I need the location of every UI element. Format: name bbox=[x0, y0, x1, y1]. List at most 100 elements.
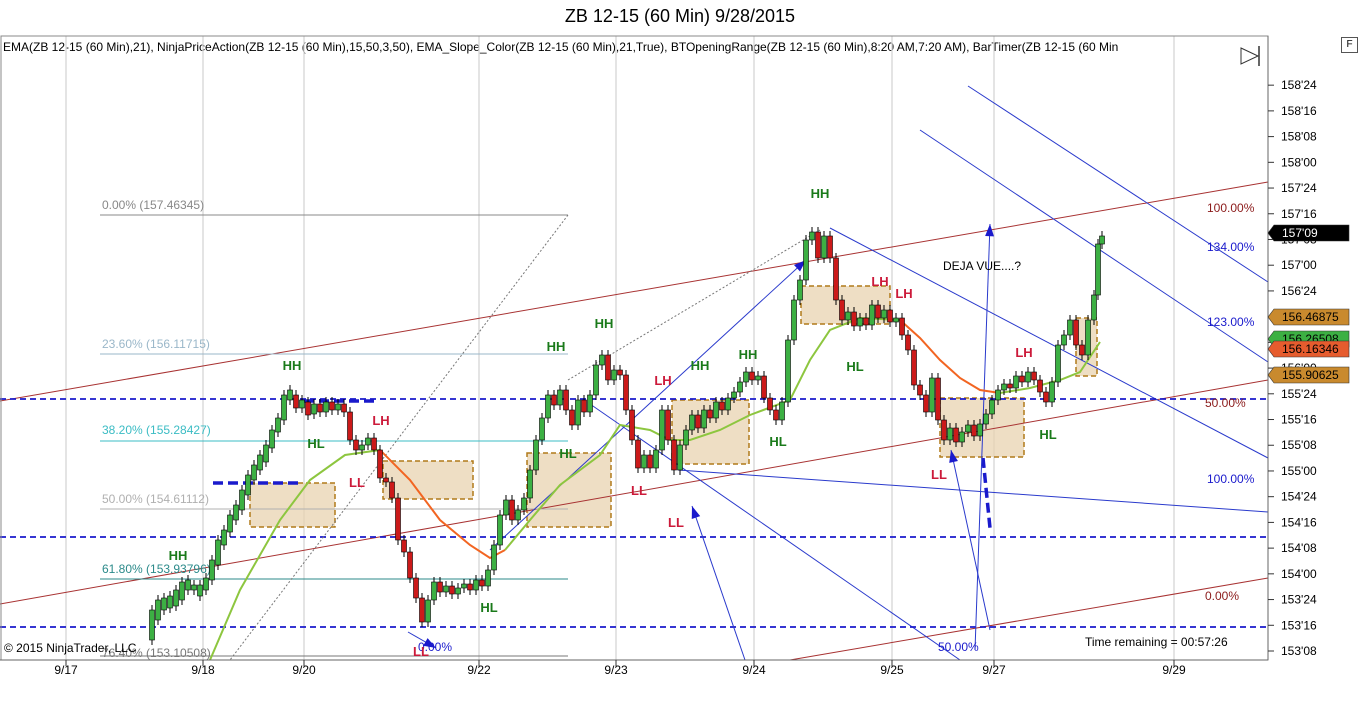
candle-body bbox=[371, 437, 377, 451]
candle-body bbox=[383, 477, 389, 483]
candle-body bbox=[737, 381, 743, 393]
candle-body bbox=[491, 544, 497, 571]
candle-body bbox=[947, 427, 953, 441]
candle-body bbox=[1037, 379, 1043, 393]
candle-body bbox=[281, 394, 287, 421]
candle-body bbox=[767, 397, 773, 411]
y-tick-label: 154'16 bbox=[1281, 515, 1317, 529]
candle-body bbox=[1079, 344, 1085, 356]
labels: HH HH HL LH LL LL HL HH HH HL LH LL LL HH HH HL HH HL LH LH… bbox=[169, 186, 1057, 659]
candle-body bbox=[515, 509, 521, 521]
candle-body bbox=[617, 369, 623, 376]
candle-body bbox=[701, 409, 707, 429]
candle-body bbox=[365, 437, 371, 446]
candle-body bbox=[449, 585, 455, 595]
candle-body bbox=[851, 311, 857, 327]
candle-body bbox=[677, 444, 683, 471]
candle-body bbox=[785, 339, 791, 403]
candle-body bbox=[665, 409, 671, 441]
price-marker-label: 156.46875 bbox=[1282, 310, 1339, 324]
y-tick-label: 158'24 bbox=[1281, 78, 1317, 92]
candle-body bbox=[977, 423, 983, 437]
candle-body bbox=[917, 384, 923, 396]
candle-body bbox=[881, 309, 887, 319]
candle-body bbox=[1099, 235, 1105, 245]
candle-body bbox=[731, 391, 737, 399]
candle-body bbox=[275, 417, 281, 433]
y-tick-label: 153'16 bbox=[1281, 618, 1317, 632]
candle-body bbox=[713, 401, 719, 419]
y-tick-label: 155'24 bbox=[1281, 387, 1317, 401]
swing-label: LH bbox=[1015, 345, 1032, 360]
candle-body bbox=[809, 231, 815, 241]
candle-body bbox=[509, 499, 515, 521]
candle-body bbox=[527, 469, 533, 499]
y-tick-label: 154'24 bbox=[1281, 490, 1317, 504]
candle-body bbox=[1085, 319, 1091, 356]
x-tick-label: 9/18 bbox=[191, 663, 215, 677]
candle-body bbox=[1095, 243, 1101, 296]
candle-body bbox=[863, 317, 869, 326]
candle-body bbox=[791, 299, 797, 341]
candle-body bbox=[635, 439, 641, 469]
candle-body bbox=[545, 394, 551, 419]
swing-label: HH bbox=[169, 548, 188, 563]
candle-body bbox=[761, 375, 767, 399]
candle-body bbox=[233, 504, 239, 521]
candle-body bbox=[311, 403, 317, 415]
fib-extension-label: 0.00% bbox=[1205, 589, 1239, 603]
candle-body bbox=[215, 539, 221, 566]
candle-body bbox=[425, 599, 431, 623]
axes: 153'08 153'16 153'24 154'00 154'08 154'16 154'… bbox=[0, 35, 1317, 677]
play-arrow-icon[interactable] bbox=[1240, 46, 1260, 66]
fib-extension-label: 50.00% bbox=[938, 640, 979, 654]
candle-body bbox=[257, 454, 263, 471]
swing-label: LL bbox=[931, 467, 947, 482]
swing-label: HH bbox=[691, 358, 710, 373]
candle-body bbox=[419, 597, 425, 623]
x-tick-label: 9/23 bbox=[604, 663, 628, 677]
candle-body bbox=[389, 481, 395, 499]
y-tick-label: 154'08 bbox=[1281, 541, 1317, 555]
candle-body bbox=[803, 239, 809, 281]
candle-body bbox=[683, 429, 689, 446]
price-chart[interactable]: 0.00% (157.46345) 23.60% (156.11715) 38.20… bbox=[0, 0, 1360, 712]
candle-body bbox=[989, 399, 995, 415]
candle-body bbox=[347, 411, 353, 441]
candle-body bbox=[623, 374, 629, 411]
candle-body bbox=[287, 389, 293, 401]
price-marker-label: 155.90625 bbox=[1282, 368, 1339, 382]
annotation-text: DEJA VUE....? bbox=[943, 259, 1021, 273]
candle-body bbox=[173, 589, 179, 607]
swing-label: HL bbox=[846, 359, 863, 374]
ema-line bbox=[209, 316, 1101, 661]
candle-body bbox=[323, 401, 329, 413]
candle-body bbox=[839, 299, 845, 321]
candle-body bbox=[887, 309, 893, 323]
candle-body bbox=[1067, 319, 1073, 336]
swing-dashed-line bbox=[981, 457, 992, 529]
fib-trend-line bbox=[229, 214, 569, 661]
candle-body bbox=[353, 439, 359, 451]
fib-extension-label: 100.00% bbox=[1207, 472, 1255, 486]
y-tick-label: 158'08 bbox=[1281, 130, 1317, 144]
candle-body bbox=[671, 439, 677, 471]
candle-body bbox=[599, 354, 605, 366]
fib-extension-label: 134.00% bbox=[1207, 240, 1255, 254]
candle-body bbox=[875, 304, 881, 319]
candle-body bbox=[269, 429, 275, 449]
candle-body bbox=[773, 409, 779, 421]
x-tick-label: 9/17 bbox=[54, 663, 78, 677]
candle-body bbox=[587, 394, 593, 413]
candle-body bbox=[923, 394, 929, 413]
candle-body bbox=[563, 389, 569, 411]
time-remaining: Time remaining = 00:57:26 bbox=[1085, 635, 1228, 649]
candle-body bbox=[305, 401, 311, 416]
candle-body bbox=[935, 377, 941, 421]
candle-body bbox=[557, 389, 563, 406]
candle-body bbox=[893, 317, 899, 323]
candle-body bbox=[521, 497, 527, 511]
candle-body bbox=[929, 377, 935, 413]
candle-body bbox=[1001, 383, 1007, 391]
y-tick-label: 156'24 bbox=[1281, 284, 1317, 298]
